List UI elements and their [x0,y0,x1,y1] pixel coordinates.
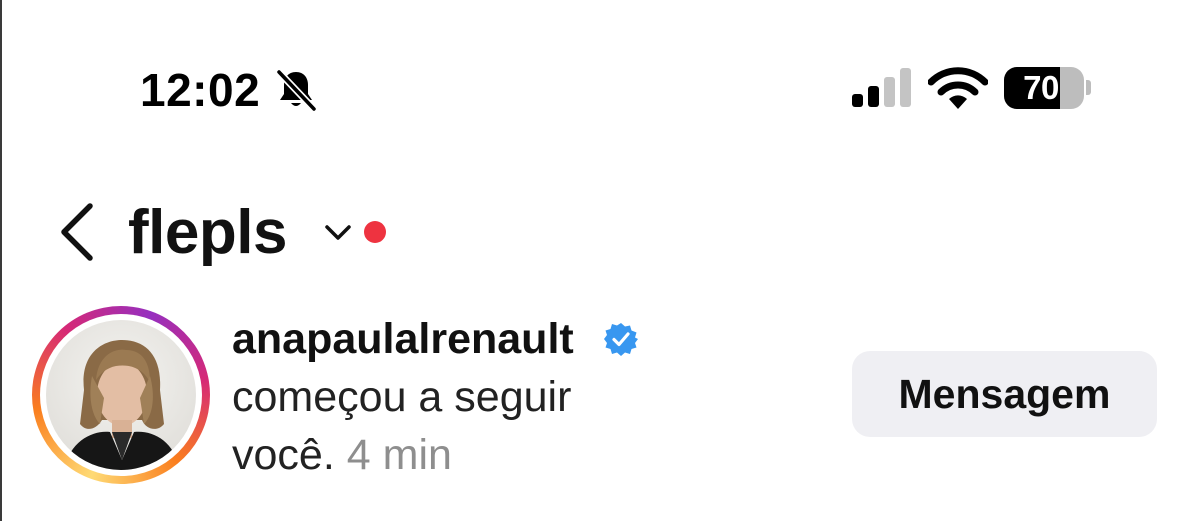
back-button[interactable] [56,200,100,264]
profile-photo [46,320,196,470]
notification-text-continued: você. 4 min [232,428,452,482]
wifi-icon [928,67,988,109]
notification-text-end: você. [232,431,335,479]
battery-icon: 70 [1004,67,1084,109]
battery-percent: 70 [1023,69,1059,106]
verified-badge-icon [604,323,638,356]
unread-indicator-dot [364,221,386,243]
bell-slash-icon [275,68,318,112]
notification-username[interactable]: anapaulalrenault [232,312,574,366]
screen-left-edge [0,0,2,521]
notification-timestamp: 4 min [346,431,452,479]
avatar[interactable] [32,306,210,484]
cellular-signal-icon [852,68,911,107]
page-title[interactable]: flepls [128,195,287,271]
chevron-left-icon [61,203,93,261]
message-button[interactable]: Mensagem [852,351,1157,437]
notification-text: começou a seguir [232,373,572,421]
chevron-down-icon[interactable] [323,220,353,244]
status-time: 12:02 [140,64,261,116]
battery-terminal [1086,80,1091,95]
avatar-ring-gap [40,314,202,476]
